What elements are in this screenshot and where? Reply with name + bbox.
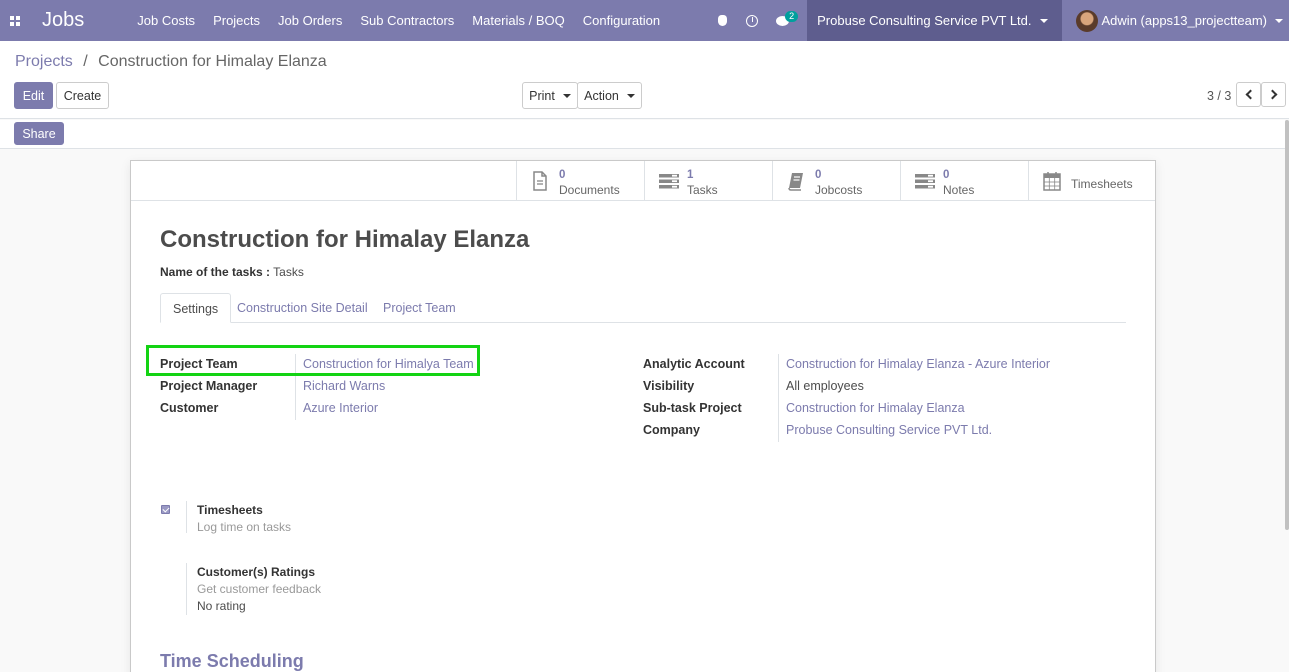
tasks-count: 1 [687,169,694,181]
menu-job-costs[interactable]: Job Costs [128,0,204,41]
control-panel: Projects / Construction for Himalay Elan… [0,41,1289,119]
notes-icon [915,174,935,189]
pager-value: 3 / 3 [1207,89,1232,103]
visibility-value: All employees [786,379,864,393]
chevron-right-icon [1267,89,1277,100]
user-name: Adwin (apps13_projectteam) [1101,13,1267,28]
edit-button[interactable]: Edit [14,82,53,109]
timesheets-label: Timesheets [1071,177,1133,191]
subtask-project-label: Sub-task Project [643,401,742,415]
record-title: Construction for Himalay Elanza [160,226,530,253]
documents-label: Documents [559,183,620,197]
menu-configuration[interactable]: Configuration [574,0,669,41]
visibility-label: Visibility [643,379,695,393]
user-menu[interactable]: Adwin (apps13_projectteam) [1062,0,1289,41]
notes-label: Notes [943,183,975,197]
chat-count-badge: 2 [785,11,799,22]
project-manager-value[interactable]: Richard Warns [303,379,385,393]
document-icon [533,171,547,191]
time-scheduling-heading: Time Scheduling [160,651,304,671]
share-button[interactable]: Share [14,122,64,145]
pager-previous-button[interactable] [1236,82,1261,107]
menu-sub-contractors[interactable]: Sub Contractors [351,0,463,41]
tasks-stat-button[interactable]: 1 Tasks [644,161,772,200]
apps-menu-icon[interactable] [0,0,30,41]
breadcrumb-separator: / [83,53,88,70]
menu-job-orders[interactable]: Job Orders [269,0,351,41]
analytic-account-label: Analytic Account [643,357,745,371]
notes-stat-button[interactable]: 0 Notes [900,161,1028,200]
caret-down-icon [1039,18,1048,23]
ratings-setting-desc: Get customer feedback [197,582,322,596]
print-dropdown[interactable]: Print [522,82,578,109]
highlight-box [146,345,480,376]
form-sheet: 0 Documents 1 Tasks 0 Jobcosts 0 Notes T… [130,160,1156,672]
company-label: Company [643,423,700,437]
chat-icon[interactable]: 2 [767,0,799,41]
timesheets-stat-button[interactable]: Timesheets [1028,161,1156,200]
caret-down-icon [1275,18,1283,23]
company-switcher[interactable]: Probuse Consulting Service PVT Ltd. [807,0,1062,41]
project-manager-label: Project Manager [160,379,258,393]
top-navbar: Jobs Job Costs Projects Job Orders Sub C… [0,0,1289,41]
bug-icon[interactable] [707,0,737,41]
tasks-name-field: Name of the tasks : Tasks [160,265,304,279]
print-label: Print [529,88,555,103]
notes-count: 0 [943,169,950,181]
breadcrumb-current: Construction for Himalay Elanza [98,53,327,70]
documents-count: 0 [559,169,566,181]
ratings-value[interactable]: No rating [197,599,246,613]
share-bar: Share [0,120,1285,149]
book-icon [788,173,803,191]
jobcosts-stat-button[interactable]: 0 Jobcosts [772,161,900,200]
tab-project-team[interactable]: Project Team [371,293,468,323]
pager-next-button[interactable] [1261,82,1286,107]
action-dropdown[interactable]: Action [577,82,642,109]
timesheets-setting-desc: Log time on tasks [197,520,292,534]
caret-down-icon [562,93,571,98]
app-title[interactable]: Jobs [42,9,84,32]
tasks-name-label: Name of the tasks : [160,265,271,279]
activity-clock-icon[interactable] [737,0,767,41]
customer-label: Customer [160,401,219,415]
action-label: Action [584,88,619,103]
setting-divider [186,563,187,615]
jobcosts-label: Jobcosts [815,183,863,197]
breadcrumb-projects[interactable]: Projects [15,53,73,70]
calendar-icon [1043,172,1061,191]
caret-down-icon [626,93,635,98]
analytic-account-value[interactable]: Construction for Himalay Elanza - Azure … [786,357,1050,371]
chevron-left-icon [1245,89,1255,100]
tab-construction-site-detail[interactable]: Construction Site Detail [225,293,380,323]
create-button[interactable]: Create [56,82,109,109]
notebook-tabs: Settings Construction Site Detail Projec… [160,293,1126,323]
tab-settings[interactable]: Settings [160,293,232,323]
tasks-icon [659,174,679,189]
smart-button-box: 0 Documents 1 Tasks 0 Jobcosts 0 Notes T… [131,161,1155,201]
user-avatar [1075,9,1098,32]
breadcrumb: Projects / Construction for Himalay Elan… [15,53,327,71]
ratings-setting-title: Customer(s) Ratings [197,565,316,579]
company-name: Probuse Consulting Service PVT Ltd. [817,13,1032,28]
jobcosts-count: 0 [815,169,822,181]
menu-projects[interactable]: Projects [204,0,269,41]
company-value[interactable]: Probuse Consulting Service PVT Ltd. [786,423,992,437]
field-divider [778,354,779,442]
documents-stat-button[interactable]: 0 Documents [516,161,644,200]
menu-materials-boq[interactable]: Materials / BOQ [463,0,573,41]
timesheets-checkbox[interactable] [161,504,170,514]
timesheets-setting-title: Timesheets [197,503,263,517]
subtask-project-value[interactable]: Construction for Himalay Elanza [786,401,965,415]
setting-divider [186,501,187,533]
tasks-label: Tasks [687,183,718,197]
scrollbar[interactable] [1285,120,1289,530]
tasks-name-value: Tasks [273,265,304,279]
customer-value[interactable]: Azure Interior [303,401,378,415]
